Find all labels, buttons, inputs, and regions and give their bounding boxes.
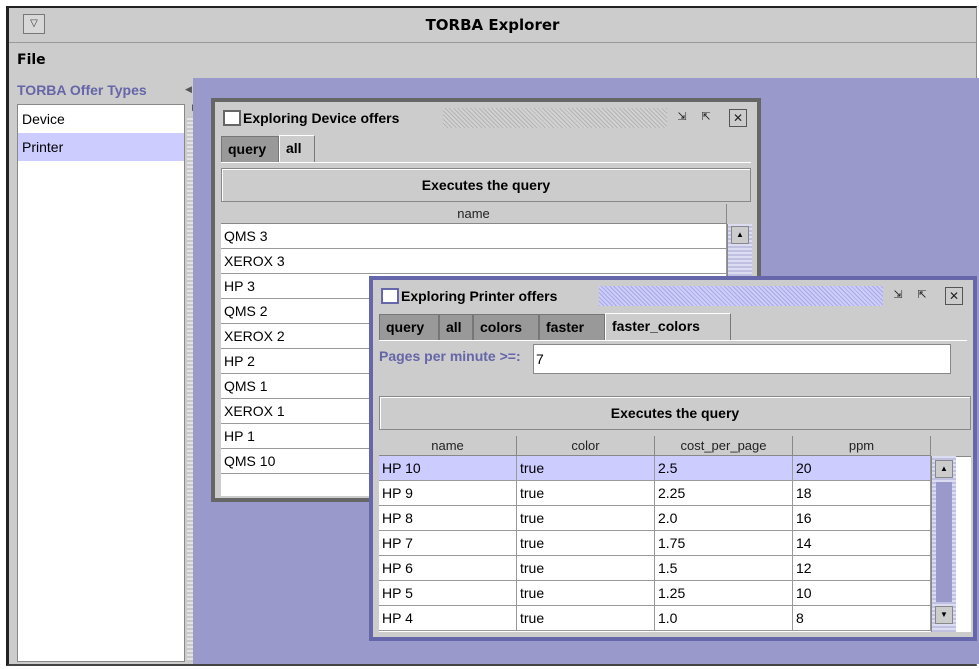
titlebar-grip — [443, 108, 667, 128]
column-header-name[interactable]: name — [221, 204, 727, 224]
table-row[interactable]: QMS 3 — [221, 224, 727, 249]
printer-vertical-scrollbar[interactable]: ▲ ▼ — [931, 456, 956, 632]
table-cell: 16 — [793, 506, 931, 531]
column-header-color[interactable]: color — [517, 436, 655, 456]
scroll-up-arrow-icon[interactable]: ▲ — [731, 226, 749, 244]
printer-window-title: Exploring Printer offers — [401, 288, 558, 304]
table-cell: 2.5 — [655, 456, 793, 481]
table-cell: 8 — [793, 606, 931, 631]
minimize-icon[interactable]: ⇲ — [673, 109, 691, 127]
table-corner — [931, 436, 971, 457]
scroll-down-arrow-icon[interactable]: ▼ — [935, 606, 953, 624]
table-cell: HP 9 — [379, 481, 517, 506]
table-cell: 20 — [793, 456, 931, 481]
tab-query[interactable]: query — [221, 136, 279, 162]
table-cell: true — [517, 481, 655, 506]
tab-faster-colors[interactable]: faster_colors — [605, 313, 731, 341]
tab-faster[interactable]: faster — [539, 314, 605, 340]
table-cell: 18 — [793, 481, 931, 506]
table-header: name color cost_per_page ppm — [379, 436, 931, 456]
table-cell: XEROX 3 — [221, 249, 727, 274]
table-cell: 14 — [793, 531, 931, 556]
table-cell: 2.0 — [655, 506, 793, 531]
tab-all[interactable]: all — [439, 314, 473, 340]
printer-offers-window: Exploring Printer offers ⇲ ⇱ ✕ query all… — [369, 276, 977, 641]
column-header-ppm[interactable]: ppm — [793, 436, 931, 456]
scroll-thumb[interactable] — [936, 482, 952, 602]
printer-window-titlebar[interactable]: Exploring Printer offers ⇲ ⇱ ✕ — [373, 280, 973, 312]
device-window-title: Exploring Device offers — [243, 110, 400, 126]
menu-file[interactable]: File — [17, 52, 46, 68]
column-header-cost-per-page[interactable]: cost_per_page — [655, 436, 793, 456]
app-titlebar[interactable]: ▽ TORBA Explorer — [9, 8, 976, 43]
table-row[interactable]: HP 4 true 1.0 8 — [379, 606, 931, 631]
scroll-up-arrow-icon[interactable]: ▲ — [935, 460, 953, 478]
tab-separator — [379, 340, 967, 341]
app-title: TORBA Explorer — [425, 16, 560, 34]
table-cell: true — [517, 581, 655, 606]
table-cell: QMS 3 — [221, 224, 727, 249]
table-row[interactable]: HP 8 true 2.0 16 — [379, 506, 931, 531]
table-row[interactable]: HP 9 true 2.25 18 — [379, 481, 931, 506]
table-cell: true — [517, 531, 655, 556]
table-row[interactable]: HP 7 true 1.75 14 — [379, 531, 931, 556]
table-cell: true — [517, 556, 655, 581]
table-cell: HP 8 — [379, 506, 517, 531]
app-window: ▽ TORBA Explorer File TORBA Offer Types … — [6, 6, 979, 666]
device-execute-query-button[interactable]: Executes the query — [221, 168, 751, 202]
table-cell: 2.25 — [655, 481, 793, 506]
table-header: name — [221, 204, 727, 224]
table-cell: 1.0 — [655, 606, 793, 631]
table-cell: HP 7 — [379, 531, 517, 556]
tab-query[interactable]: query — [379, 314, 439, 340]
table-row[interactable]: HP 6 true 1.5 12 — [379, 556, 931, 581]
offer-types-list: Device Printer — [17, 104, 185, 662]
collapse-left-arrow-icon[interactable]: ◀ — [185, 84, 192, 95]
table-row[interactable]: XEROX 3 — [221, 249, 727, 274]
table-cell: 12 — [793, 556, 931, 581]
table-corner — [727, 204, 751, 225]
sidebar-item-device[interactable]: Device — [18, 105, 184, 133]
table-cell: 1.25 — [655, 581, 793, 606]
sidebar-item-printer[interactable]: Printer — [18, 133, 184, 161]
pages-per-minute-input[interactable]: 7 — [533, 344, 951, 374]
printer-execute-query-button[interactable]: Executes the query — [379, 396, 971, 430]
printer-offers-table: name color cost_per_page ppm HP 10 true 2.… — [379, 436, 971, 632]
close-icon[interactable]: ✕ — [945, 287, 963, 305]
maximize-icon[interactable]: ⇱ — [913, 287, 931, 305]
column-header-name[interactable]: name — [379, 436, 517, 456]
pages-per-minute-label: Pages per minute >=: — [379, 348, 521, 364]
table-cell: HP 10 — [379, 456, 517, 481]
device-window-titlebar[interactable]: Exploring Device offers ⇲ ⇱ ✕ — [215, 102, 757, 134]
window-icon — [223, 110, 241, 126]
menubar: File — [9, 44, 976, 76]
table-cell: 1.75 — [655, 531, 793, 556]
close-icon[interactable]: ✕ — [729, 109, 747, 127]
table-cell: true — [517, 506, 655, 531]
offer-types-header: TORBA Offer Types — [17, 82, 147, 98]
maximize-icon[interactable]: ⇱ — [697, 109, 715, 127]
titlebar-grip — [599, 286, 883, 306]
table-cell: HP 5 — [379, 581, 517, 606]
minimize-icon[interactable]: ⇲ — [889, 287, 907, 305]
table-row[interactable]: HP 10 true 2.5 20 — [379, 456, 931, 481]
table-cell: true — [517, 456, 655, 481]
table-cell: HP 6 — [379, 556, 517, 581]
tab-colors[interactable]: colors — [473, 314, 539, 340]
tab-all[interactable]: all — [279, 135, 315, 163]
offer-types-panel: TORBA Offer Types ◀ ▶ Device Printer — [17, 82, 199, 662]
window-icon — [381, 288, 399, 304]
tab-separator — [221, 162, 751, 163]
table-cell: HP 4 — [379, 606, 517, 631]
table-cell: 10 — [793, 581, 931, 606]
desktop-pane: Exploring Device offers ⇲ ⇱ ✕ query all … — [193, 78, 979, 664]
table-row[interactable]: HP 5 true 1.25 10 — [379, 581, 931, 606]
table-cell: 1.5 — [655, 556, 793, 581]
table-cell: true — [517, 606, 655, 631]
